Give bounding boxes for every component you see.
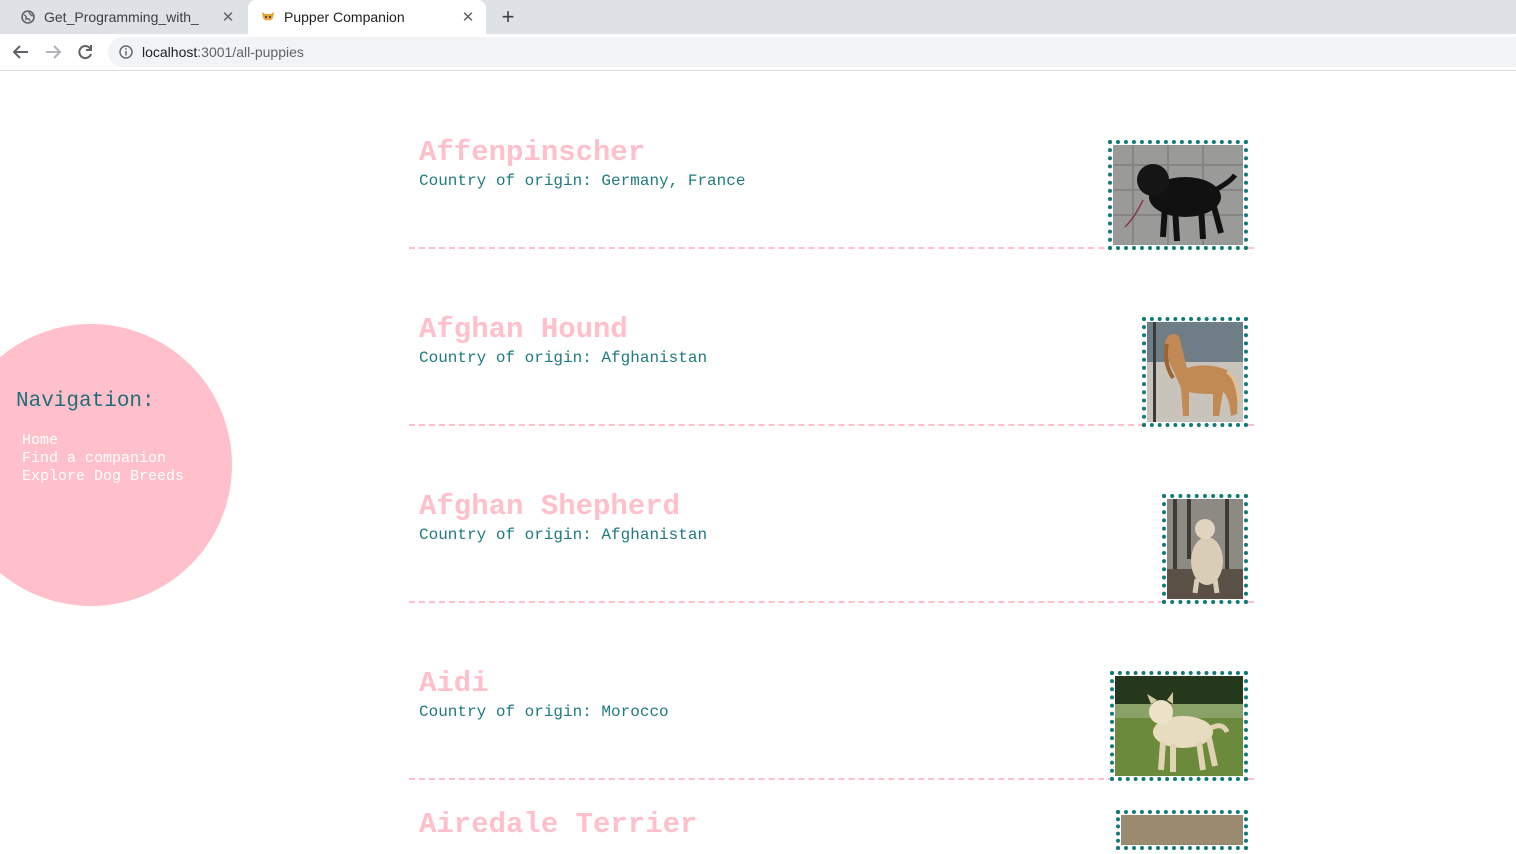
reload-icon[interactable] [73,40,97,64]
close-icon[interactable]: ✕ [458,7,478,27]
forward-arrow-icon[interactable] [41,40,65,64]
black-dog-photo [1108,140,1248,250]
afghan-shepherd-photo [1162,494,1248,604]
browser-tab-2[interactable]: Pupper Companion ✕ [248,0,486,34]
browser-tab-bar: Get_Programming_with_ ✕ Pupper Companion… [0,0,1516,34]
new-tab-button[interactable]: + [496,4,520,29]
url-path: :3001/all-puppies [197,44,304,60]
breed-name[interactable]: Aidi [419,667,489,700]
breed-origin: Country of origin: Morocco [419,703,669,721]
browser-toolbar: localhost:3001/all-puppies [0,34,1516,71]
breed-name[interactable]: Airedale Terrier [419,808,697,841]
afghan-hound-photo [1142,317,1248,427]
nav-link-explore-breeds[interactable]: Explore Dog Breeds [22,468,184,486]
navigation-heading: Navigation: [16,390,155,413]
breed-name[interactable]: Afghan Shepherd [419,490,680,523]
url-host: localhost [142,44,198,60]
tab-title: Pupper Companion [284,9,405,25]
tab-title: Get_Programming_with_ [44,9,199,25]
airedale-photo [1116,810,1248,850]
browser-tab-1[interactable]: Get_Programming_with_ ✕ [8,0,246,34]
page-content: Navigation: Home Find a companion Explor… [0,72,1516,854]
close-icon[interactable]: ✕ [218,7,238,27]
nav-link-home[interactable]: Home [22,432,184,450]
breed-card: Aidi Country of origin: Morocco [409,603,1254,781]
breed-name[interactable]: Afghan Hound [419,313,628,346]
breed-card: Airedale Terrier [409,780,1254,850]
globe-icon [20,9,36,25]
nav-link-find-companion[interactable]: Find a companion [22,450,184,468]
breed-name[interactable]: Affenpinscher [419,136,645,169]
breed-list: Affenpinscher Country of origin: Germany… [409,72,1254,850]
breed-card: Afghan Shepherd Country of origin: Afgha… [409,426,1254,604]
navigation-links: Home Find a companion Explore Dog Breeds [22,432,184,486]
address-bar[interactable]: localhost:3001/all-puppies [108,37,1516,67]
breed-origin: Country of origin: Germany, France [419,172,746,190]
url-text: localhost:3001/all-puppies [142,44,304,60]
breed-origin: Country of origin: Afghanistan [419,526,708,544]
breed-origin: Country of origin: Afghanistan [419,349,708,367]
info-icon[interactable] [118,44,134,60]
dog-favicon-icon [260,9,276,25]
breed-card: Affenpinscher Country of origin: Germany… [409,72,1254,250]
aidi-photo [1110,671,1248,781]
breed-card: Afghan Hound Country of origin: Afghanis… [409,249,1254,427]
back-arrow-icon[interactable] [9,40,33,64]
